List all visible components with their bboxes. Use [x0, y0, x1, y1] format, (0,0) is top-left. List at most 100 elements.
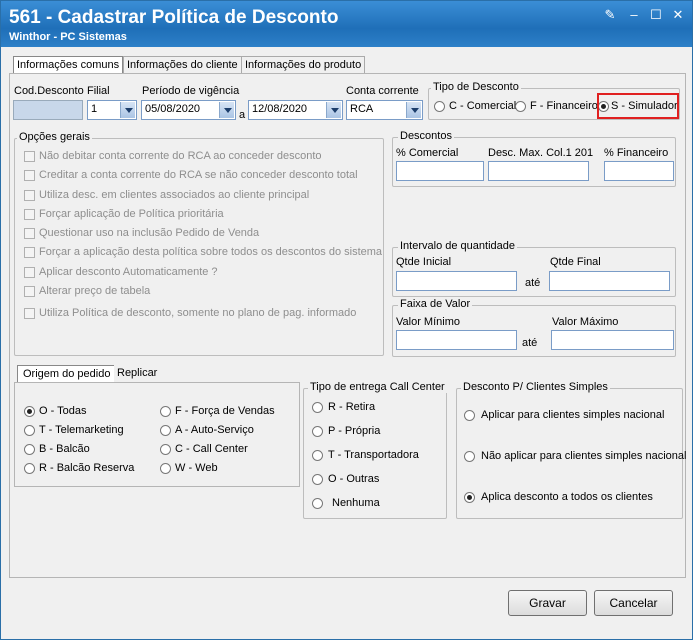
window-title: 561 - Cadastrar Política de Desconto [9, 7, 339, 28]
tipo-desconto-label: Tipo de Desconto [431, 81, 521, 93]
entrega-label: R - Retira [328, 401, 376, 413]
desc-max-label: Desc. Max. Col.1 201 [488, 147, 594, 159]
valor-minimo-label: Valor Mínimo [396, 316, 460, 328]
desc-max-input[interactable] [488, 161, 589, 181]
valor-maximo-input[interactable] [551, 330, 674, 350]
filial-value: 1 [91, 103, 98, 115]
checkbox-opcao-4[interactable] [24, 209, 35, 220]
radio-comercial-label: C - Comercial [449, 100, 517, 112]
valor-minimo-input[interactable] [396, 330, 517, 350]
checkbox-opcao-6[interactable] [24, 247, 35, 258]
opcao-label: Alterar preço de tabela [39, 285, 151, 297]
conta-label: Conta corrente [346, 85, 419, 97]
checkbox-opcao-7[interactable] [24, 267, 35, 278]
simples-label: Aplicar para clientes simples nacional [481, 409, 665, 421]
radio-origem-todas[interactable] [24, 406, 35, 417]
valor-maximo-label: Valor Máximo [552, 316, 619, 328]
radio-origem-balcao-reserva[interactable] [24, 463, 35, 474]
data-inicio-picker[interactable]: 05/08/2020 [141, 100, 236, 120]
origem-label: R - Balcão Reserva [39, 462, 135, 474]
data-inicio-value: 05/08/2020 [145, 103, 201, 115]
cod-desconto-input[interactable] [13, 100, 83, 120]
edit-icon[interactable]: ✎ [601, 7, 619, 23]
close-icon[interactable]: ✕ [669, 7, 687, 23]
maximize-icon[interactable]: ☐ [647, 7, 665, 23]
financeiro-input[interactable] [604, 161, 674, 181]
radio-comercial[interactable] [434, 101, 445, 112]
origem-label: W - Web [175, 462, 218, 474]
filial-label: Filial [87, 85, 110, 97]
radio-origem-auto-servico[interactable] [160, 425, 171, 436]
entrega-label: O - Outras [328, 473, 380, 485]
window-subtitle: Winthor - PC Sistemas [9, 31, 127, 43]
chevron-down-icon[interactable] [326, 102, 341, 118]
origem-label: C - Call Center [175, 443, 248, 455]
periodo-label: Período de vigência [142, 85, 240, 97]
data-fim-picker[interactable]: 12/08/2020 [248, 100, 343, 120]
origem-label: B - Balcão [39, 443, 90, 455]
opcao-label: Utiliza desc. em clientes associados ao … [39, 189, 310, 201]
opcao-label: Forçar a aplicação desta política sobre … [39, 246, 383, 258]
conta-corrente-select[interactable]: RCA [346, 100, 423, 120]
opcao-label: Aplicar desconto Automaticamente ? [39, 266, 218, 278]
financeiro-label: % Financeiro [604, 147, 669, 159]
main-window: 561 - Cadastrar Política de Desconto Win… [0, 0, 693, 640]
opcao-label: Forçar aplicação de Política prioritária [39, 208, 224, 220]
title-bar: 561 - Cadastrar Política de Desconto Win… [1, 1, 692, 47]
tab-informacoes-produto[interactable]: Informações do produto [241, 56, 366, 74]
checkbox-opcao-3[interactable] [24, 190, 35, 201]
entrega-label: P - Própria [328, 425, 381, 437]
chevron-down-icon[interactable] [219, 102, 234, 118]
tab-informacoes-cliente[interactable]: Informações do cliente [123, 56, 242, 74]
radio-entrega-outras[interactable] [312, 474, 323, 485]
checkbox-opcao-9[interactable] [24, 308, 35, 319]
radio-financeiro-label: F - Financeiro [530, 100, 598, 112]
checkbox-opcao-1[interactable] [24, 151, 35, 162]
faixa-valor-label: Faixa de Valor [398, 298, 473, 310]
radio-origem-forca-vendas[interactable] [160, 406, 171, 417]
opcao-label: Não debitar conta corrente do RCA ao con… [39, 150, 322, 162]
highlight-box [597, 93, 679, 119]
qtde-inicial-input[interactable] [396, 271, 517, 291]
entrega-label: T - Transportadora [328, 449, 419, 461]
opcao-label: Utiliza Política de desconto, somente no… [39, 307, 357, 319]
radio-simples-todos[interactable] [464, 492, 475, 503]
comercial-label: % Comercial [396, 147, 459, 159]
checkbox-opcao-5[interactable] [24, 228, 35, 239]
intervalo-label: Intervalo de quantidade [398, 240, 517, 252]
chevron-down-icon[interactable] [406, 102, 421, 118]
origem-label: O - Todas [39, 405, 87, 417]
qtde-final-label: Qtde Final [550, 256, 601, 268]
minimize-icon[interactable]: – [625, 7, 643, 23]
radio-entrega-transportadora[interactable] [312, 450, 323, 461]
origem-label: F - Força de Vendas [175, 405, 275, 417]
entrega-label: Nenhuma [332, 497, 380, 509]
conta-value: RCA [350, 103, 374, 115]
radio-simples-aplicar[interactable] [464, 410, 475, 421]
filial-select[interactable]: 1 [87, 100, 137, 120]
radio-origem-call-center[interactable] [160, 444, 171, 455]
comercial-input[interactable] [396, 161, 484, 181]
qtde-final-input[interactable] [549, 271, 670, 291]
qtde-inicial-label: Qtde Inicial [396, 256, 452, 268]
radio-entrega-retira[interactable] [312, 402, 323, 413]
radio-origem-web[interactable] [160, 463, 171, 474]
radio-origem-telemarketing[interactable] [24, 425, 35, 436]
radio-financeiro[interactable] [515, 101, 526, 112]
radio-simples-nao-aplicar[interactable] [464, 451, 475, 462]
tab-informacoes-comuns[interactable]: Informações comuns [13, 56, 124, 74]
a-label: a [239, 109, 246, 121]
ate-label: até [522, 337, 538, 349]
chevron-down-icon[interactable] [120, 102, 135, 118]
checkbox-opcao-2[interactable] [24, 170, 35, 181]
radio-entrega-nenhuma[interactable] [312, 498, 323, 509]
radio-entrega-propria[interactable] [312, 426, 323, 437]
tab-replicar[interactable]: Replicar [114, 365, 161, 383]
tab-origem-pedido[interactable]: Origem do pedido [17, 365, 117, 383]
cancelar-button[interactable]: Cancelar [594, 590, 673, 616]
checkbox-opcao-8[interactable] [24, 286, 35, 297]
descontos-label: Descontos [398, 130, 454, 142]
gravar-button[interactable]: Gravar [508, 590, 587, 616]
radio-origem-balcao[interactable] [24, 444, 35, 455]
simples-label: Não aplicar para clientes simples nacion… [481, 450, 687, 462]
